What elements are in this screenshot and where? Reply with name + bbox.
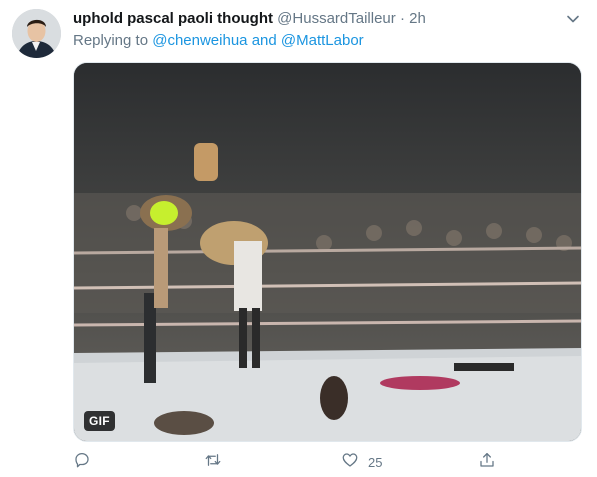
gif-media[interactable]: GIF xyxy=(73,62,582,442)
reply-icon xyxy=(73,451,91,474)
replying-to: Replying to @chenweihua and @MattLabor xyxy=(73,31,364,51)
tweet: uphold pascal paoli thought @HussardTail… xyxy=(0,0,597,477)
replying-to-label: Replying to xyxy=(73,32,149,49)
mention-conjunction: and xyxy=(251,32,277,49)
chevron-down-icon[interactable] xyxy=(565,11,581,27)
mention-link-1[interactable]: @chenweihua xyxy=(152,32,247,49)
heart-icon xyxy=(341,451,359,474)
gif-badge: GIF xyxy=(84,411,115,431)
like-button[interactable]: 25 xyxy=(341,450,382,474)
share-button[interactable] xyxy=(478,450,496,474)
reply-button[interactable] xyxy=(73,450,91,474)
retweet-button[interactable] xyxy=(204,450,222,474)
share-icon xyxy=(478,451,496,474)
timestamp[interactable]: 2h xyxy=(409,10,426,27)
retweet-icon xyxy=(204,451,222,474)
like-count: 25 xyxy=(368,454,383,470)
tweet-header: uphold pascal paoli thought @HussardTail… xyxy=(73,9,426,29)
author-name[interactable]: uphold pascal paoli thought xyxy=(73,10,273,27)
author-handle[interactable]: @HussardTailleur xyxy=(277,10,396,27)
avatar[interactable] xyxy=(12,9,61,58)
separator-dot: · xyxy=(399,10,405,27)
gif-frame xyxy=(74,63,581,441)
tweet-actions: 25 xyxy=(73,450,513,474)
mention-link-2[interactable]: @MattLabor xyxy=(281,32,364,49)
